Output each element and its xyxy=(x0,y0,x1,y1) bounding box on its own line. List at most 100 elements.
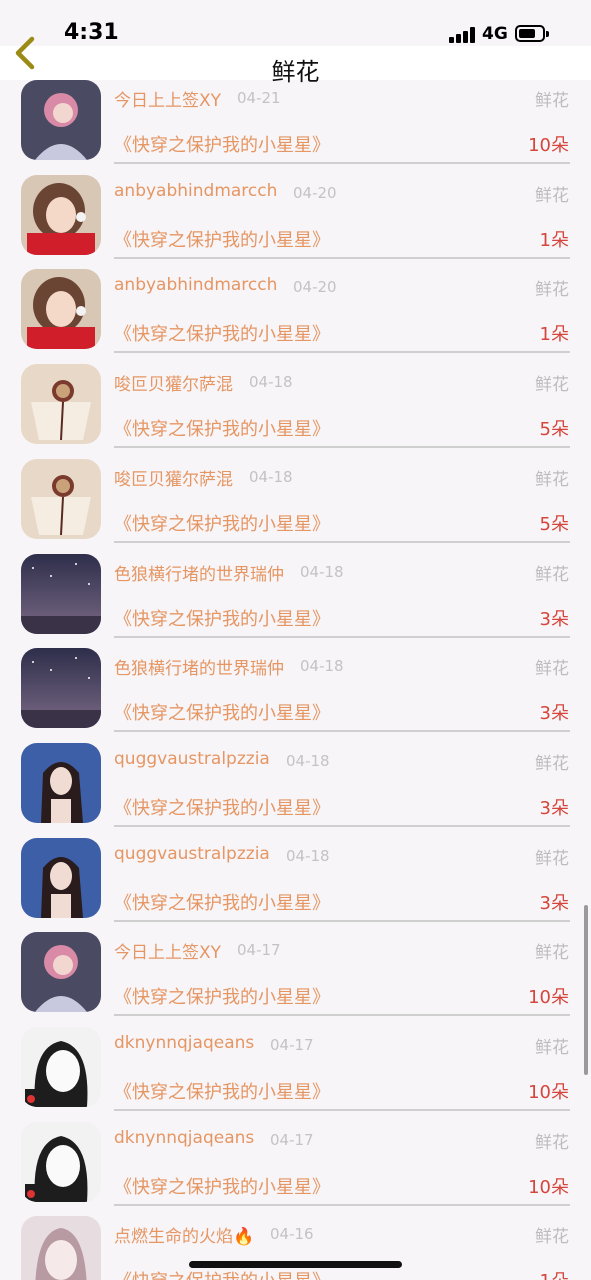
user-name[interactable]: quggvaustralpzzia xyxy=(114,844,270,864)
list-item[interactable]: anbyabhindmarcch 04-20 鲜花 《快穿之保护我的小星星》 1朵 xyxy=(0,174,591,273)
user-name[interactable]: 今日上上签XY xyxy=(114,938,221,963)
book-title-link[interactable]: 《快穿之保护我的小星星》 xyxy=(114,320,330,346)
gift-date: 04-17 xyxy=(270,1036,314,1054)
user-name[interactable]: 今日上上签XY xyxy=(114,86,221,111)
book-title-link[interactable]: 《快穿之保护我的小星星》 xyxy=(114,1267,330,1280)
row-divider xyxy=(114,919,570,922)
gift-type: 鲜花 xyxy=(535,943,569,964)
user-name[interactable]: 色狼横行堵的世界瑞仲 xyxy=(114,560,284,585)
list-item[interactable]: 今日上上签XY 04-17 鲜花《快穿之保护我的小星星》 10朵 xyxy=(0,932,591,1030)
page-title: 鲜花 xyxy=(271,58,320,86)
gift-date: 04-18 xyxy=(286,751,330,770)
flower-count: 10朵 xyxy=(528,1082,569,1103)
user-name[interactable]: 唆叵贝獾尔萨混 xyxy=(114,465,233,490)
gift-date: 04-16 xyxy=(270,1225,314,1244)
row-divider xyxy=(114,1203,570,1206)
gift-date: 04-20 xyxy=(293,183,337,202)
avatar[interactable] xyxy=(21,364,101,445)
network-label: 4G xyxy=(482,24,508,44)
battery-icon xyxy=(515,25,549,42)
user-name[interactable]: 唆叵贝獾尔萨混 xyxy=(114,370,233,395)
flower-count: 10朵 xyxy=(528,135,569,156)
gift-type: 鲜花 xyxy=(535,659,569,680)
list-item[interactable]: 唆叵贝獾尔萨混 04-18 鲜花 《快穿之保护我的小星星》 5朵 xyxy=(0,458,591,557)
gift-type: 鲜花 xyxy=(535,280,569,301)
status-time: 4:31 xyxy=(64,20,119,45)
gift-type: 鲜花 xyxy=(535,1227,569,1248)
avatar[interactable] xyxy=(21,1216,101,1280)
list-item[interactable]: dknynnqjaqeans 04-17 鲜花《快穿之保护我的小星星》 10朵 xyxy=(0,1027,591,1125)
user-name[interactable]: 色狼横行堵的世界瑞仲 xyxy=(114,654,284,679)
gift-date: 04-18 xyxy=(286,846,330,865)
list-item[interactable]: 色狼横行堵的世界瑞仲 04-18 鲜花 《快穿之保护我的小星星》 3朵 xyxy=(0,553,591,652)
gift-date: 04-18 xyxy=(300,657,344,676)
book-title-link[interactable]: 《快穿之保护我的小星星》 xyxy=(114,1173,330,1199)
list-item[interactable]: quggvaustralpzzia 04-18 鲜花《快穿之保护我的小星星》 3朵 xyxy=(0,837,591,936)
scrollbar[interactable] xyxy=(584,905,588,1075)
flower-count: 5朵 xyxy=(539,513,569,535)
list-item[interactable]: 今日上上签XY 04-21 鲜花 《快穿之保护我的小星星》 10朵 xyxy=(0,80,591,178)
flower-count: 3朵 xyxy=(539,797,569,819)
gift-type: 鲜花 xyxy=(535,848,569,869)
list-item[interactable]: 色狼横行堵的世界瑞仲 04-18 鲜花《快穿之保护我的小星星》 3朵 xyxy=(0,648,591,746)
avatar[interactable] xyxy=(21,742,101,823)
user-name[interactable]: anbyabhindmarcch xyxy=(114,181,277,201)
row-divider xyxy=(114,351,570,354)
gift-type: 鲜花 xyxy=(535,91,569,111)
book-title-link[interactable]: 《快穿之保护我的小星星》 xyxy=(114,1078,330,1104)
row-divider xyxy=(114,824,570,827)
row-divider xyxy=(114,256,570,259)
avatar[interactable] xyxy=(21,174,101,255)
book-title-link[interactable]: 《快穿之保护我的小星星》 xyxy=(114,510,330,536)
book-title-link[interactable]: 《快穿之保护我的小星星》 xyxy=(114,415,330,441)
user-name[interactable]: quggvaustralpzzia xyxy=(114,749,270,769)
book-title-link[interactable]: 《快穿之保护我的小星星》 xyxy=(114,131,330,157)
user-name[interactable]: dknynnqjaqeans xyxy=(114,1128,254,1148)
avatar[interactable] xyxy=(21,458,101,539)
avatar[interactable] xyxy=(21,269,101,350)
flower-record-list[interactable]: 今日上上签XY 04-21 鲜花 《快穿之保护我的小星星》 10朵 anbyabhindm… xyxy=(0,80,591,1280)
user-name[interactable]: dknynnqjaqeans xyxy=(114,1033,254,1053)
avatar[interactable] xyxy=(21,648,101,729)
avatar[interactable] xyxy=(21,1027,101,1107)
book-title-link[interactable]: 《快穿之保护我的小星星》 xyxy=(114,699,330,725)
gift-type: 鲜花 xyxy=(535,753,569,774)
gift-type: 鲜花 xyxy=(535,1038,569,1058)
book-title-link[interactable]: 《快穿之保护我的小星星》 xyxy=(114,605,330,631)
gift-date: 04-20 xyxy=(293,278,337,297)
gift-date: 04-18 xyxy=(300,562,344,581)
flower-count: 10朵 xyxy=(528,1176,569,1198)
avatar[interactable] xyxy=(21,553,101,634)
gift-date: 04-17 xyxy=(270,1130,314,1149)
row-divider xyxy=(114,162,570,164)
avatar[interactable] xyxy=(21,932,101,1013)
row-divider xyxy=(114,1014,570,1017)
home-indicator[interactable] xyxy=(189,1261,402,1268)
list-item[interactable]: quggvaustralpzzia 04-18 鲜花《快穿之保护我的小星星》 3朵 xyxy=(0,742,591,841)
flower-count: 3朵 xyxy=(539,608,569,630)
book-title-link[interactable]: 《快穿之保护我的小星星》 xyxy=(114,226,330,252)
list-item[interactable]: dknynnqjaqeans 04-17 鲜花《快穿之保护我的小星星》 10朵 xyxy=(0,1121,591,1220)
flower-count: 10朵 xyxy=(528,987,569,1009)
book-title-link[interactable]: 《快穿之保护我的小星星》 xyxy=(114,983,330,1009)
gift-type: 鲜花 xyxy=(535,1132,569,1153)
book-title-link[interactable]: 《快穿之保护我的小星星》 xyxy=(114,889,330,915)
avatar[interactable] xyxy=(21,1121,101,1202)
status-bar: 4:31 4G xyxy=(0,0,591,46)
flower-count: 3朵 xyxy=(539,703,569,725)
user-name[interactable]: anbyabhindmarcch xyxy=(114,275,277,295)
avatar[interactable] xyxy=(21,837,101,918)
list-item[interactable]: 唆叵贝獾尔萨混 04-18 鲜花 《快穿之保护我的小星星》 5朵 xyxy=(0,364,591,462)
gift-date: 04-18 xyxy=(249,373,293,392)
gift-type: 鲜花 xyxy=(535,469,569,490)
book-title-link[interactable]: 《快穿之保护我的小星星》 xyxy=(114,794,330,820)
gift-date: 04-17 xyxy=(237,941,281,960)
list-item[interactable]: 点燃生命的火焰🔥 04-16 鲜花《快穿之保护我的小星星》 1朵 xyxy=(0,1216,591,1280)
row-divider xyxy=(114,446,570,449)
signal-icon xyxy=(449,27,475,43)
row-divider xyxy=(114,1109,570,1111)
user-name[interactable]: 点燃生命的火焰🔥 xyxy=(114,1222,254,1247)
list-item[interactable]: anbyabhindmarcch 04-20 鲜花 《快穿之保护我的小星星》 1朵 xyxy=(0,269,591,367)
avatar[interactable] xyxy=(21,80,101,160)
flower-count: 3朵 xyxy=(539,892,569,914)
